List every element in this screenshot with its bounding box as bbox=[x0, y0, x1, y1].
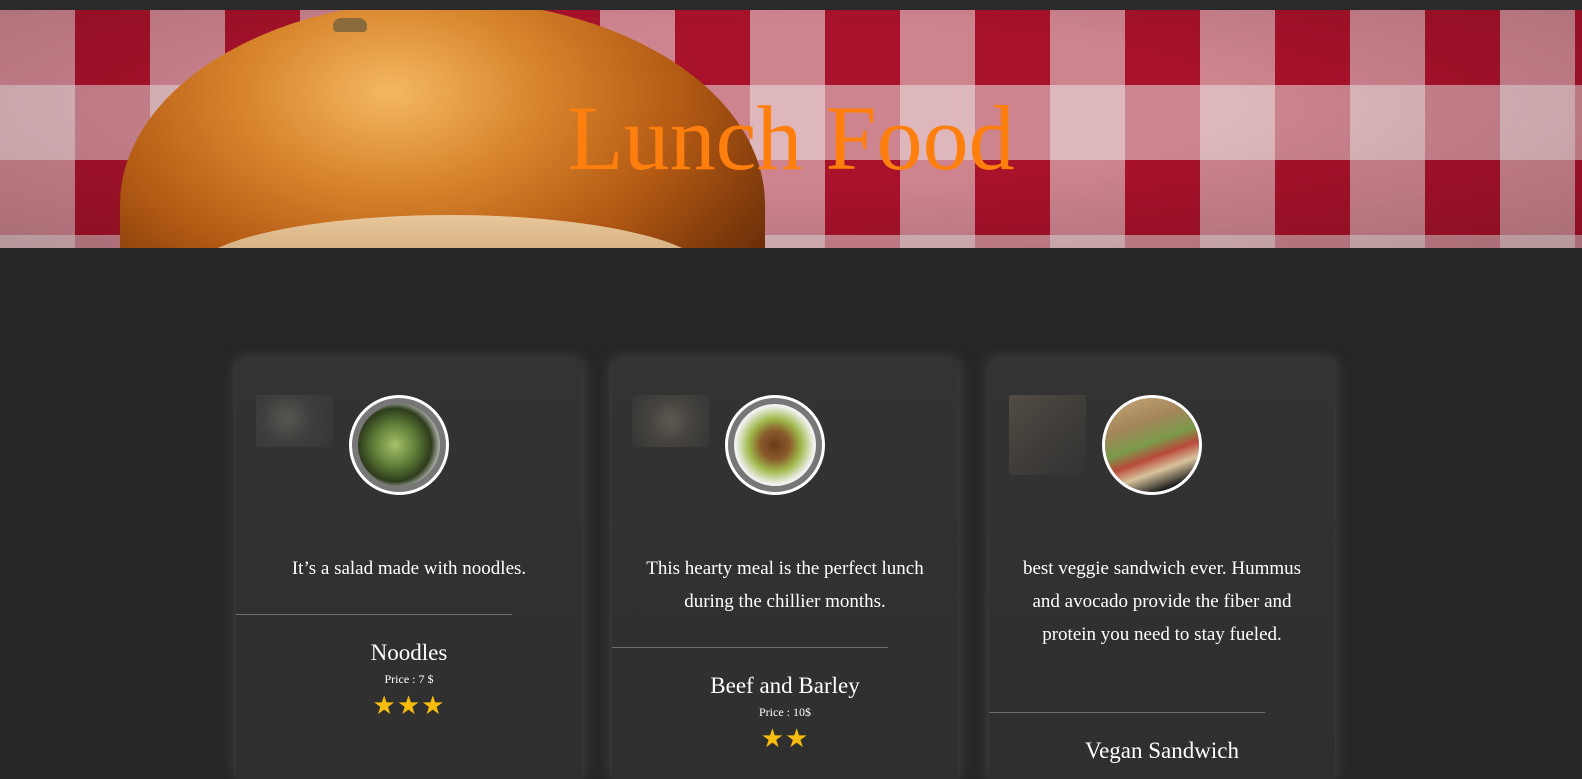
card-divider bbox=[612, 647, 888, 648]
hero-banner: Lunch Food bbox=[0, 10, 1582, 248]
card-title: Beef and Barley bbox=[710, 673, 860, 698]
beef-barley-thumbnail bbox=[632, 395, 709, 447]
food-card-beef-and-barley[interactable]: This hearty meal is the perfect lunch du… bbox=[612, 359, 958, 779]
rating-stars: ★★ bbox=[612, 726, 958, 752]
page-title: Lunch Food bbox=[567, 87, 1015, 189]
food-card-noodles[interactable]: It’s a salad made with noodles. Noodles … bbox=[236, 359, 582, 779]
card-divider bbox=[989, 712, 1265, 713]
vegan-sandwich-thumbnail bbox=[1009, 395, 1086, 475]
star-icon: ★ bbox=[760, 724, 785, 753]
food-card-vegan-sandwich[interactable]: best veggie sandwich ever. Hummus and av… bbox=[989, 359, 1335, 779]
star-icon: ★ bbox=[785, 724, 810, 753]
card-title: Noodles bbox=[370, 640, 448, 665]
noodle-salad-thumbnail bbox=[256, 395, 333, 447]
vegan-sandwich-photo bbox=[1102, 395, 1202, 495]
card-description: best veggie sandwich ever. Hummus and av… bbox=[1022, 558, 1302, 645]
bun-stem bbox=[333, 18, 367, 32]
star-icon: ★ bbox=[372, 691, 397, 720]
beef-barley-photo bbox=[725, 395, 825, 495]
card-description: It’s a salad made with noodles. bbox=[291, 558, 527, 579]
star-icon: ★ bbox=[421, 691, 446, 720]
card-price: Price : 10$ bbox=[759, 705, 811, 719]
card-divider bbox=[236, 614, 512, 615]
top-bar bbox=[0, 0, 1582, 10]
card-description: This hearty meal is the perfect lunch du… bbox=[646, 558, 924, 612]
card-price: Price : 7 $ bbox=[384, 672, 434, 686]
noodle-salad-photo bbox=[349, 395, 449, 495]
card-title: Vegan Sandwich bbox=[1085, 738, 1239, 763]
star-icon: ★ bbox=[396, 691, 422, 720]
rating-stars: ★★★ bbox=[236, 693, 582, 719]
